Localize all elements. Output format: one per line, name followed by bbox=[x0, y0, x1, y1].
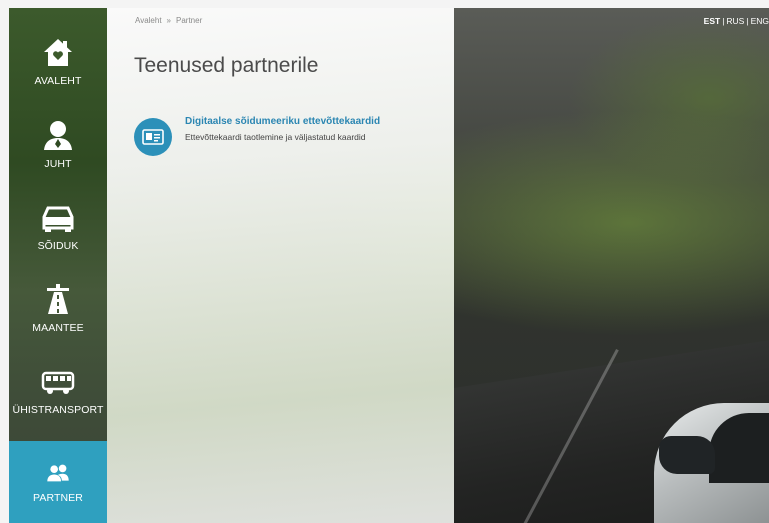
app-window: AVALEHT JUHT SÕIDUK MAANTEE ÜHISTRANSPOR… bbox=[9, 8, 769, 523]
partner-icon bbox=[47, 464, 69, 482]
driver-icon bbox=[44, 121, 72, 150]
sidebar-item-juht[interactable]: JUHT bbox=[9, 103, 107, 185]
home-icon bbox=[44, 39, 72, 66]
sidebar-item-partner[interactable]: PARTNER bbox=[9, 441, 107, 523]
sidebar-item-label: ÜHISTRANSPORT bbox=[12, 404, 104, 416]
car-icon bbox=[42, 206, 74, 232]
service-item: Digitaalse sõidumeeriku ettevõttekaardid… bbox=[134, 116, 444, 160]
sidebar-item-soiduk[interactable]: SÕIDUK bbox=[9, 185, 107, 267]
bus-icon bbox=[41, 371, 75, 394]
sidebar-item-label: AVALEHT bbox=[34, 75, 82, 87]
content-panel: Avaleht » Partner Teenused partnerile Digi… bbox=[107, 8, 454, 523]
language-separator: | bbox=[746, 16, 749, 26]
page-title: Teenused partnerile bbox=[134, 54, 319, 77]
breadcrumb-separator: » bbox=[166, 16, 171, 25]
breadcrumb: Avaleht » Partner bbox=[135, 16, 202, 25]
language-switcher: EST | RUS | ENG bbox=[704, 16, 769, 26]
id-card-icon[interactable] bbox=[134, 118, 172, 156]
sidebar-item-label: SÕIDUK bbox=[37, 240, 79, 252]
service-description: Ettevõttekaardi taotlemine ja väljastatu… bbox=[185, 132, 366, 142]
breadcrumb-home-link[interactable]: Avaleht bbox=[135, 16, 162, 25]
sidebar-item-maantee[interactable]: MAANTEE bbox=[9, 267, 107, 349]
language-est[interactable]: EST bbox=[704, 16, 721, 26]
language-eng[interactable]: ENG bbox=[751, 16, 769, 26]
breadcrumb-current: Partner bbox=[176, 16, 203, 25]
road-icon bbox=[47, 284, 69, 314]
sidebar-item-label: PARTNER bbox=[33, 492, 83, 504]
service-title-link[interactable]: Digitaalse sõidumeeriku ettevõttekaardid bbox=[185, 116, 380, 127]
sidebar-item-uhistransport[interactable]: ÜHISTRANSPORT bbox=[9, 349, 107, 431]
sidebar-item-avaleht[interactable]: AVALEHT bbox=[9, 20, 107, 102]
sidebar: AVALEHT JUHT SÕIDUK MAANTEE ÜHISTRANSPOR… bbox=[9, 8, 107, 523]
language-rus[interactable]: RUS bbox=[726, 16, 744, 26]
language-separator: | bbox=[722, 16, 725, 26]
sidebar-item-label: MAANTEE bbox=[32, 322, 84, 334]
background-car-mirror bbox=[659, 436, 715, 474]
sidebar-item-label: JUHT bbox=[44, 158, 72, 170]
